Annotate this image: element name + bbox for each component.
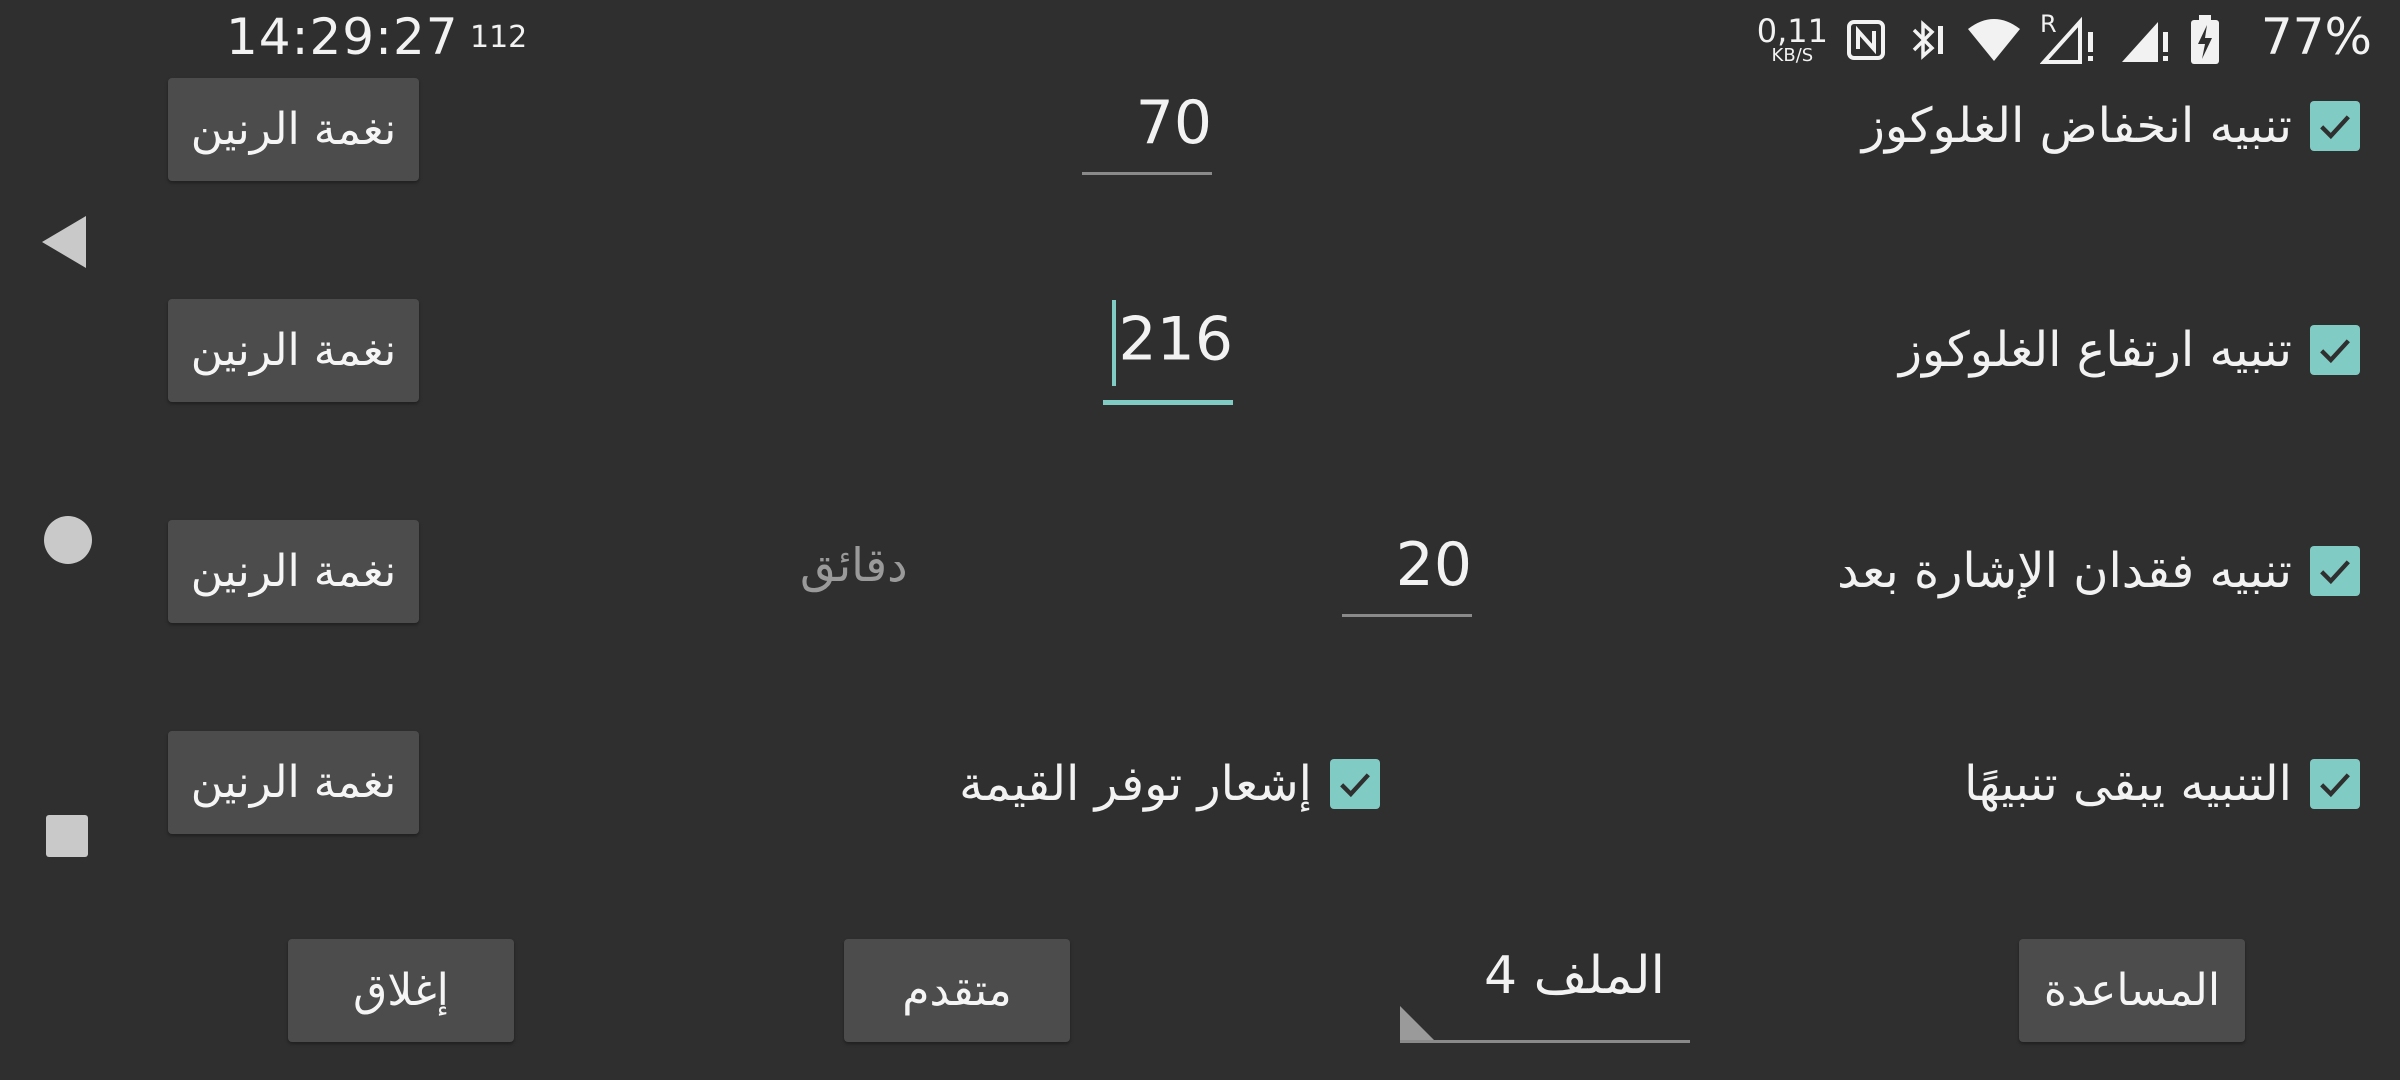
net-speed: 0,11 KB/S	[1757, 15, 1828, 65]
persistent-alert-row: التنبيه يبقى تنبيهًا	[1964, 756, 2360, 812]
check-icon	[2320, 339, 2350, 364]
low-alert-ringtone-button[interactable]: نغمة الرنين	[168, 78, 419, 181]
recents-icon[interactable]	[46, 815, 88, 857]
wifi-icon	[1968, 19, 2020, 61]
signal-icon	[2040, 16, 2093, 64]
battery-charging-icon	[2191, 15, 2219, 64]
signal-loss-minutes-input[interactable]: 20	[1342, 530, 1472, 617]
signal-loss-alert-row: تنبيه فقدان الإشارة بعد	[1837, 543, 2360, 599]
value-available-checkbox[interactable]	[1330, 759, 1380, 809]
dropdown-corner-icon	[1400, 1006, 1434, 1040]
net-speed-value: 0,11	[1756, 12, 1828, 50]
low-glucose-threshold-input[interactable]: 70	[1082, 88, 1212, 175]
low-glucose-alert-row: تنبيه انخفاض الغلوكوز	[1862, 98, 2360, 154]
persistent-alert-checkbox[interactable]	[2310, 759, 2360, 809]
bluetooth-icon	[1912, 20, 1943, 60]
check-icon	[2320, 773, 2350, 798]
profile-spinner[interactable]: الملف 4	[1400, 940, 1690, 1043]
minutes-unit-label: دقائق	[800, 538, 908, 592]
persistent-alert-label: التنبيه يبقى تنبيهًا	[1964, 756, 2292, 812]
signal-icon	[2122, 22, 2168, 62]
status-clock: 14:29:27	[226, 8, 459, 66]
close-button[interactable]: إغلاق	[288, 939, 514, 1042]
text-caret	[1112, 300, 1117, 386]
battery-percent: 77%	[2260, 8, 2372, 66]
high-glucose-threshold-input[interactable]: 216	[1103, 300, 1233, 405]
value-available-label: إشعار توفر القيمة	[959, 756, 1312, 812]
high-glucose-alert-checkbox[interactable]	[2310, 325, 2360, 375]
profile-spinner-value: الملف 4	[1483, 946, 1665, 1006]
signal-roaming: R	[2040, 10, 2100, 64]
home-icon[interactable]	[44, 516, 92, 564]
advanced-button[interactable]: متقدم	[844, 939, 1070, 1042]
value-available-row: إشعار توفر القيمة	[959, 756, 1380, 812]
signal-loss-alert-checkbox[interactable]	[2310, 546, 2360, 596]
high-glucose-alert-row: تنبيه ارتفاع الغلوكوز	[1899, 322, 2360, 378]
high-alert-ringtone-button[interactable]: نغمة الرنين	[168, 299, 419, 402]
high-glucose-alert-label: تنبيه ارتفاع الغلوكوز	[1898, 322, 2292, 378]
nfc-icon	[1847, 20, 1885, 60]
check-icon	[2320, 560, 2350, 585]
status-icons: 0,11 KB/S R	[1757, 8, 2220, 72]
low-glucose-alert-label: تنبيه انخفاض الغلوكوز	[1861, 98, 2292, 154]
high-glucose-threshold-value: 216	[1118, 304, 1233, 375]
check-icon	[1340, 773, 1370, 798]
help-button[interactable]: المساعدة	[2019, 939, 2245, 1042]
check-icon	[2320, 115, 2350, 140]
back-icon[interactable]	[42, 216, 86, 268]
signal-loss-alert-label: تنبيه فقدان الإشارة بعد	[1837, 543, 2292, 599]
signal-loss-ringtone-button[interactable]: نغمة الرنين	[168, 520, 419, 623]
value-available-ringtone-button[interactable]: نغمة الرنين	[168, 731, 419, 834]
notification-count: 112	[470, 20, 528, 55]
net-speed-unit: KB/S	[1771, 45, 1814, 66]
low-glucose-alert-checkbox[interactable]	[2310, 101, 2360, 151]
